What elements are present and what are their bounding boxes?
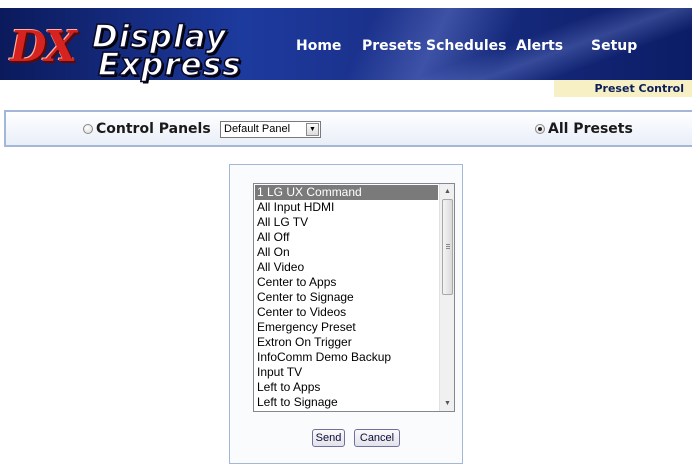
list-item[interactable]: Left to Apps	[255, 380, 438, 395]
all-presets-radio[interactable]	[535, 124, 545, 134]
nav-presets[interactable]: Presets	[362, 36, 422, 56]
list-item[interactable]: All Video	[255, 260, 438, 275]
cancel-button[interactable]: Cancel	[354, 429, 400, 447]
list-item[interactable]: 1 LG UX Command	[255, 185, 438, 200]
nav-schedules[interactable]: Schedules	[426, 36, 506, 56]
list-item[interactable]: All Input HDMI	[255, 200, 438, 215]
list-item[interactable]: Emergency Preset	[255, 320, 438, 335]
logo-dx-mark: DX	[10, 22, 77, 71]
send-button[interactable]: Send	[312, 429, 345, 447]
section-title: Preset Control	[554, 80, 692, 97]
scroll-up-arrow-icon[interactable]: ▲	[440, 184, 454, 199]
preset-source-selector: Control Panels Default Panel ▼ All Prese…	[4, 110, 692, 147]
list-item[interactable]: Center to Apps	[255, 275, 438, 290]
panel-select-value: Default Panel	[224, 123, 291, 135]
preset-panel: 1 LG UX Command All Input HDMI All LG TV…	[229, 164, 463, 464]
list-item[interactable]: Center to Signage	[255, 290, 438, 305]
list-item[interactable]: Extron On Trigger	[255, 335, 438, 350]
control-panels-label[interactable]: Control Panels	[96, 120, 211, 138]
nav-home[interactable]: Home	[296, 36, 341, 56]
chevron-down-icon[interactable]: ▼	[306, 123, 319, 136]
nav-setup[interactable]: Setup	[591, 36, 637, 56]
header-banner: DX Display Express	[0, 8, 692, 83]
panel-select[interactable]: Default Panel ▼	[220, 121, 321, 138]
nav-alerts[interactable]: Alerts	[516, 36, 563, 56]
list-item[interactable]: All On	[255, 245, 438, 260]
list-item[interactable]: Left to Signage	[255, 395, 438, 410]
control-panels-radio[interactable]	[83, 124, 93, 134]
scroll-down-arrow-icon[interactable]: ▼	[440, 396, 454, 411]
header: DX Display Express Home Presets Schedule…	[0, 0, 692, 83]
list-item[interactable]: Input TV	[255, 365, 438, 380]
list-item[interactable]: Center to Videos	[255, 305, 438, 320]
all-presets-label[interactable]: All Presets	[548, 120, 633, 138]
scroll-thumb[interactable]	[442, 199, 453, 295]
list-item[interactable]: InfoComm Demo Backup	[255, 350, 438, 365]
preset-listbox[interactable]: 1 LG UX Command All Input HDMI All LG TV…	[253, 183, 455, 412]
listbox-scrollbar[interactable]: ▲ ▼	[439, 184, 454, 411]
logo-word-express: Express	[97, 47, 242, 83]
list-item[interactable]: All Off	[255, 230, 438, 245]
list-item[interactable]: All LG TV	[255, 215, 438, 230]
